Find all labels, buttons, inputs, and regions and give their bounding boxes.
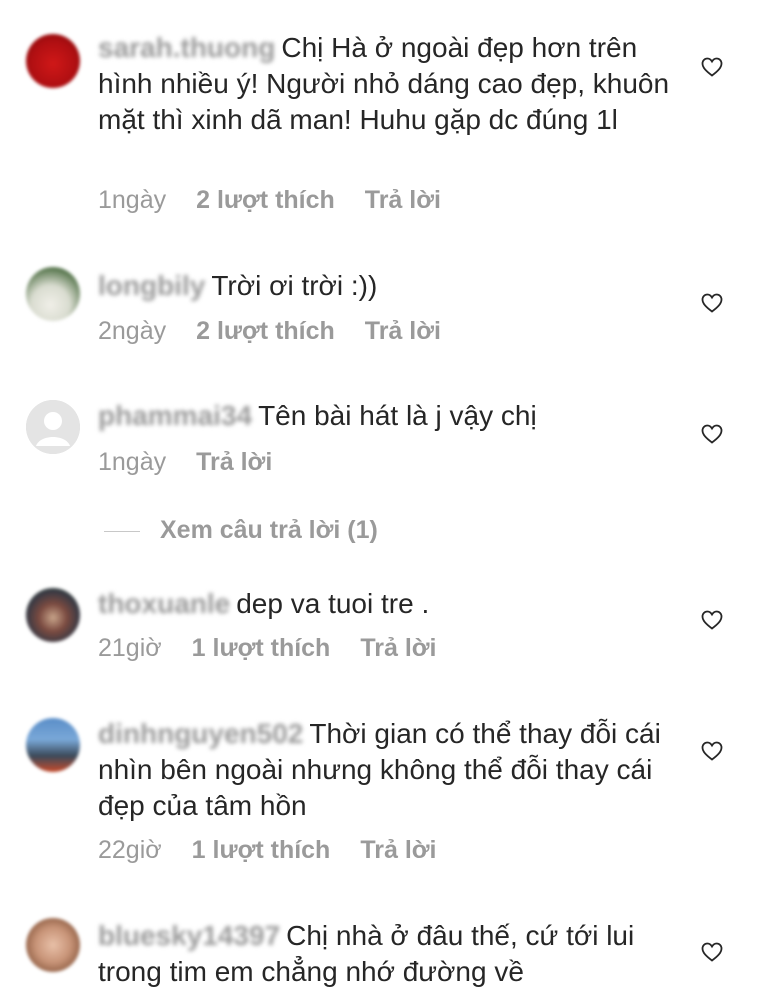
default-avatar-icon	[26, 400, 80, 454]
reply-button[interactable]: Trả lời	[365, 186, 441, 215]
comment-meta: 22giờ 1 lượt thích Trả lời	[98, 836, 436, 865]
comment-username[interactable]: longbily	[98, 270, 205, 301]
avatar[interactable]	[26, 718, 80, 772]
reply-button[interactable]: Trả lời	[196, 448, 272, 477]
comment-body: dep va tuoi tre .	[236, 588, 430, 619]
comment-username[interactable]: phammai34	[98, 400, 252, 431]
comment-text-block: longbily Trời ơi trời :))	[98, 268, 678, 304]
comment-meta: 1ngày 2 lượt thích Trả lời	[98, 186, 441, 215]
comment-meta: 1ngày Trả lời	[98, 448, 272, 477]
comment-meta: 2ngày 2 lượt thích Trả lời	[98, 317, 441, 346]
comment-username[interactable]: dinhnguyen502	[98, 718, 303, 749]
heart-icon[interactable]	[700, 940, 724, 964]
avatar[interactable]	[26, 400, 80, 454]
heart-icon[interactable]	[700, 291, 724, 315]
avatar[interactable]	[26, 588, 80, 642]
comment-text-block: thoxuanle dep va tuoi tre .	[98, 586, 678, 622]
view-replies-label: Xem câu trả lời (1)	[160, 516, 378, 544]
reply-button[interactable]: Trả lời	[360, 836, 436, 865]
comment-username[interactable]: sarah.thuong	[98, 32, 275, 63]
comment-time: 2ngày	[98, 317, 167, 345]
comment-time: 1ngày	[98, 186, 167, 214]
comment-text-block: dinhnguyen502 Thời gian có thể thay đỗi c…	[98, 716, 678, 824]
heart-icon[interactable]	[700, 55, 724, 79]
heart-icon[interactable]	[700, 739, 724, 763]
comment-body: Trời ơi trời :))	[211, 270, 378, 301]
heart-icon[interactable]	[700, 422, 724, 446]
comment-text-block: bluesky14397 Chị nhà ở đâu thế, cứ tới lu…	[98, 918, 678, 990]
reply-button[interactable]: Trả lời	[365, 317, 441, 346]
comment-username[interactable]: thoxuanle	[98, 588, 230, 619]
comment-likes[interactable]: 1 lượt thích	[192, 634, 331, 663]
heart-icon[interactable]	[700, 608, 724, 632]
comment-text-block: phammai34 Tên bài hát là j vậy chị	[98, 398, 678, 434]
avatar[interactable]	[26, 267, 80, 321]
divider-line	[104, 530, 140, 532]
comment-likes[interactable]: 2 lượt thích	[196, 317, 335, 346]
reply-button[interactable]: Trả lời	[360, 634, 436, 663]
comment-text-block: sarah.thuong Chị Hà ở ngoài đẹp hơn trên …	[98, 30, 678, 138]
view-replies-button[interactable]: Xem câu trả lời (1)	[104, 516, 378, 545]
comment-likes[interactable]: 1 lượt thích	[192, 836, 331, 865]
comment-meta: 21giờ 1 lượt thích Trả lời	[98, 634, 436, 663]
comment-username[interactable]: bluesky14397	[98, 920, 280, 951]
comment-time: 21giờ	[98, 634, 162, 662]
comment-likes[interactable]: 2 lượt thích	[196, 186, 335, 215]
avatar[interactable]	[26, 918, 80, 972]
comment-time: 1ngày	[98, 448, 167, 476]
comment-time: 22giờ	[98, 836, 162, 864]
avatar[interactable]	[26, 34, 80, 88]
comment-body: Tên bài hát là j vậy chị	[258, 400, 537, 431]
